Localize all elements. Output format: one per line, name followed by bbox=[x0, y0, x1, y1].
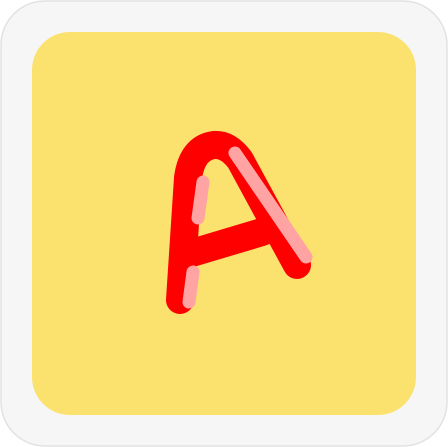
icon-tile bbox=[32, 32, 416, 415]
highlight-left-lower bbox=[182, 265, 200, 309]
highlight-left-upper bbox=[191, 175, 210, 225]
app-icon bbox=[0, 0, 448, 447]
